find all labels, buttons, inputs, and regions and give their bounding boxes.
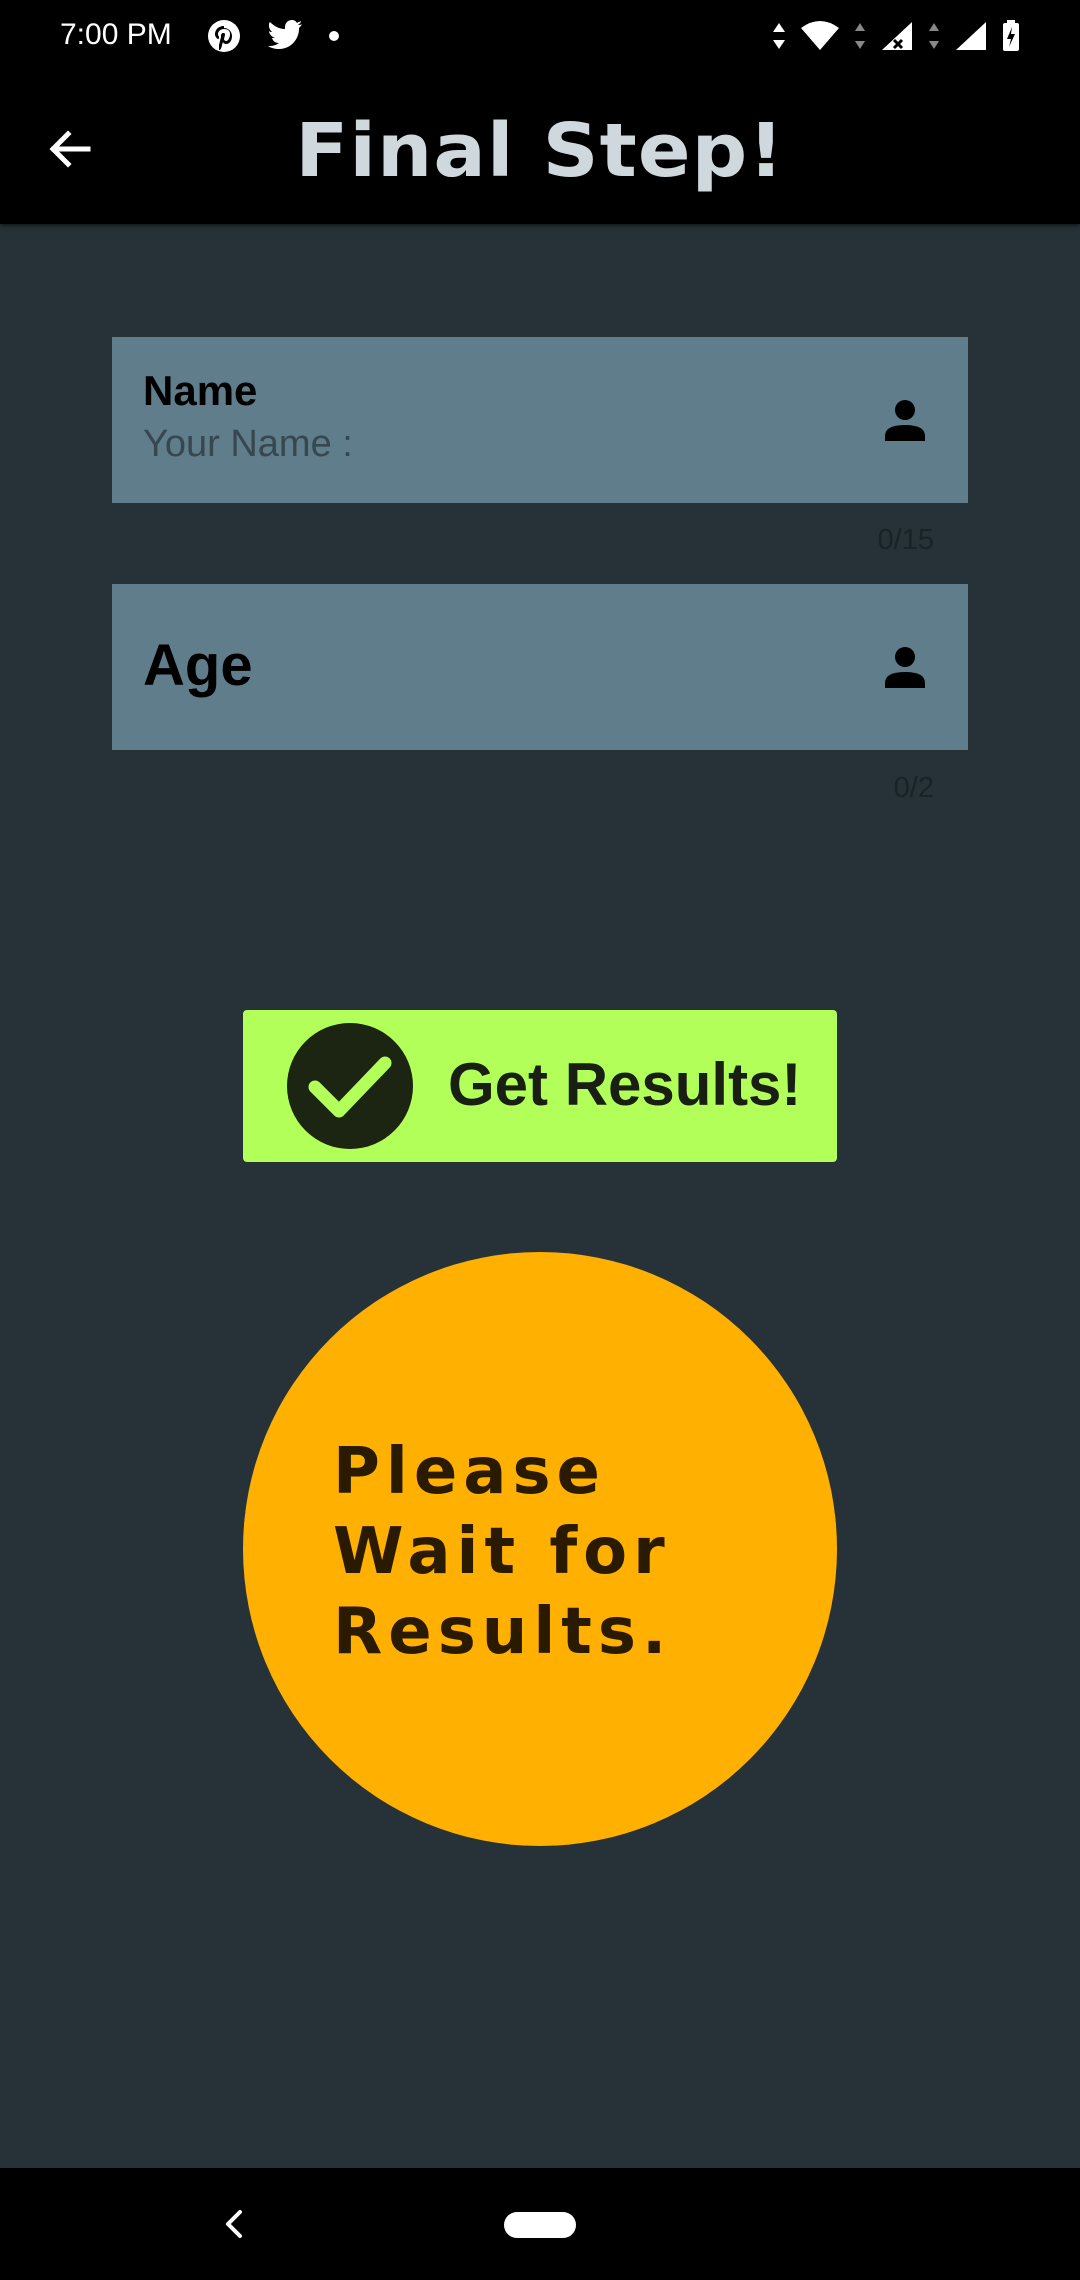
person-icon [885,647,925,688]
status-system-icons [772,20,1020,52]
checkmark-icon [308,1056,392,1118]
status-notification-icons [206,18,340,54]
wait-text-line2: Wait for [333,1515,671,1589]
status-bar: 7:00 PM [0,0,1080,74]
wait-indicator: Please Wait for Results. [243,1252,837,1846]
name-field[interactable]: Name Your Name : [112,337,968,503]
wait-text-line3: Results. [333,1595,673,1669]
name-field-label: Name [143,367,258,414]
age-field-label: Age [143,633,253,698]
battery-charging-icon [1003,20,1019,51]
pinterest-icon [208,20,240,52]
signal-no-sim-icon [882,22,912,50]
name-char-counter: 0/15 [877,524,934,556]
twitter-icon [268,20,302,49]
data-arrows-icon [773,23,785,49]
system-nav-bar [0,2168,1080,2280]
data-arrows-icon-2 [855,23,865,49]
age-field[interactable]: Age [112,584,968,750]
nav-back-icon[interactable] [218,2206,248,2242]
age-char-counter: 0/2 [893,772,934,804]
wifi-icon [801,21,839,50]
page-title: Final Step! [295,108,785,194]
wait-text-line1: Please [333,1435,606,1509]
get-results-label: Get Results! [448,1051,802,1118]
check-circle-icon [287,1023,413,1149]
wait-text: Please Wait for Results. [333,1432,753,1672]
data-arrows-icon-3 [929,23,939,49]
get-results-button[interactable]: Get Results! [243,1010,837,1162]
name-field-placeholder: Your Name : [143,423,353,465]
dot-icon [329,31,339,41]
person-icon [885,400,925,441]
app-bar: Final Step! [0,74,1080,224]
signal-icon [956,22,986,50]
home-pill-icon[interactable] [504,2212,576,2238]
status-time: 7:00 PM [60,18,172,51]
